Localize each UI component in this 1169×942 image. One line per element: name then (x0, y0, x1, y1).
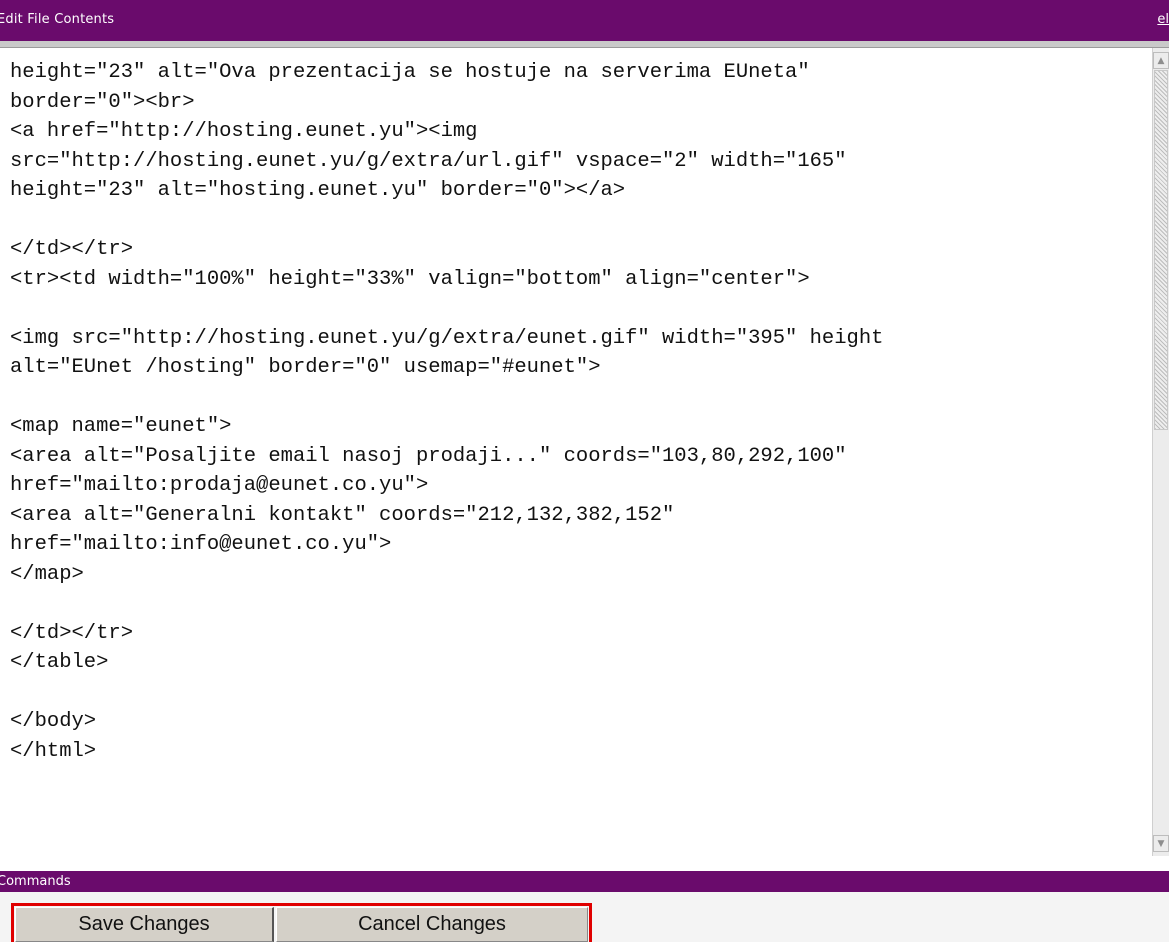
file-contents-textarea[interactable] (10, 58, 1152, 848)
cancel-changes-button[interactable]: Cancel Changes (276, 907, 588, 942)
help-link[interactable]: el (1157, 0, 1169, 40)
edit-file-title: Edit File Contents (0, 12, 115, 27)
file-editor: ▲ ▼ (0, 48, 1169, 856)
header-divider (0, 41, 1169, 48)
scroll-up-icon[interactable]: ▲ (1153, 52, 1169, 69)
save-changes-button[interactable]: Save Changes (15, 907, 274, 942)
commands-title: Commands (0, 874, 71, 889)
edit-file-header: Edit File Contents el (0, 0, 1169, 41)
commands-header: Commands (0, 871, 1169, 892)
scroll-thumb[interactable] (1154, 70, 1168, 430)
vertical-scrollbar[interactable]: ▲ ▼ (1152, 48, 1169, 856)
scroll-down-icon[interactable]: ▼ (1153, 835, 1169, 852)
